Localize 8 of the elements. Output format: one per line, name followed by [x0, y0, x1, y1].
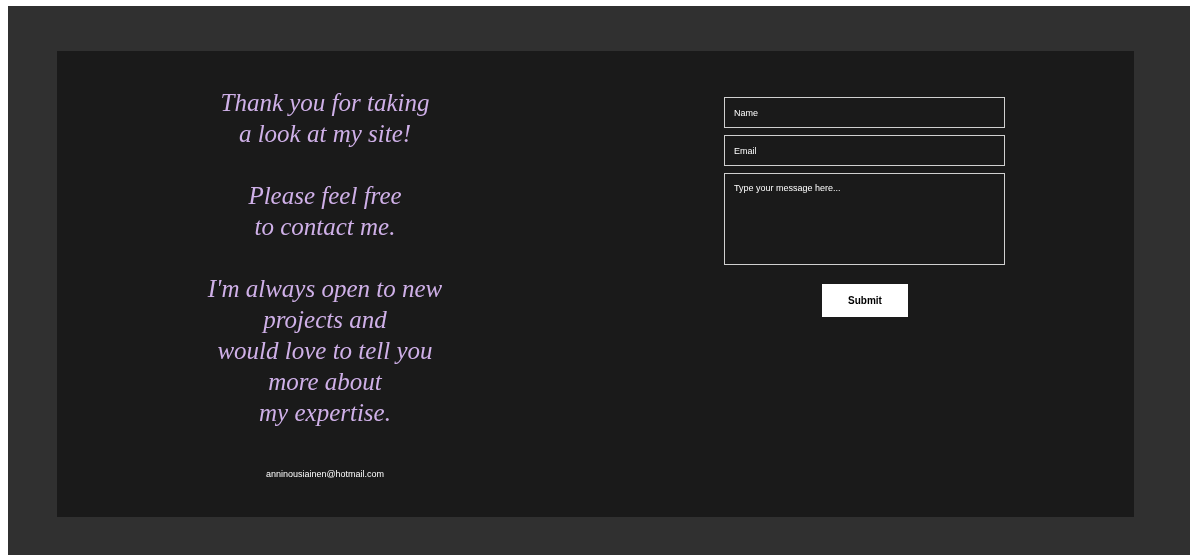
- text-field[interactable]: Name: [724, 97, 1005, 128]
- message-text: Please feel free to contact me.: [248, 181, 402, 242]
- message-text: I'm always open to new projects and would love to tell you more about my expertise.: [207, 274, 443, 428]
- message-text: Thank you for taking a look at my site!: [220, 88, 430, 149]
- email-text: anninousiainen@hotmail.com: [265, 468, 385, 481]
- text-field[interactable]: Email: [724, 135, 1005, 166]
- submit-button[interactable]: Submit: [822, 284, 908, 317]
- message-field[interactable]: Type your message here...: [724, 173, 1005, 265]
